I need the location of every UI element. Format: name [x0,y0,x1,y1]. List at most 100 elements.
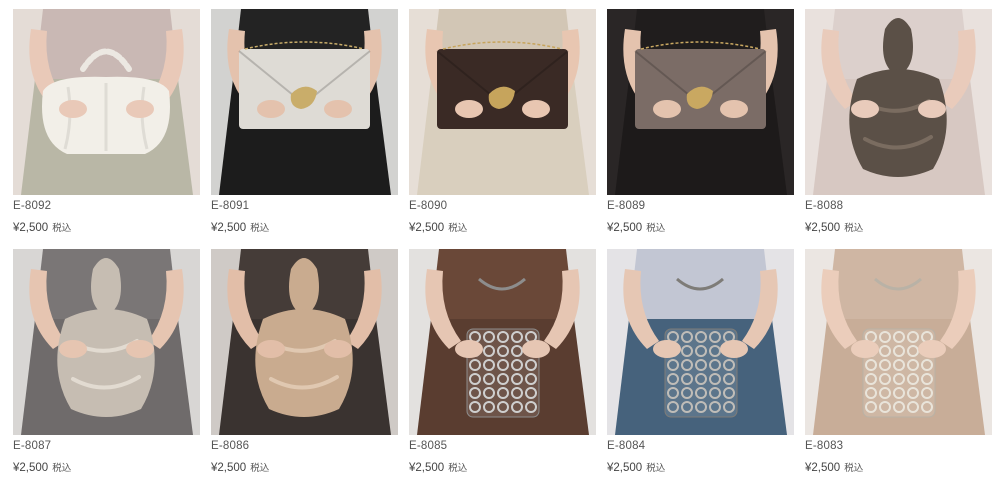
model-hand-left [653,340,681,358]
product-image[interactable] [805,9,992,195]
product-code[interactable]: E-8086 [211,440,249,452]
model-hand-left [455,100,483,118]
model-hand-left [851,100,879,118]
price-value: ¥2,500 [805,462,841,474]
model-hand-left [257,340,285,358]
model-hand-left [59,340,87,358]
product-photo [409,249,596,435]
model-hand-left [851,340,879,358]
product-price: ¥2,500 税込 [211,460,269,474]
knot-handle [289,258,319,311]
product-image[interactable] [13,249,200,435]
product-code[interactable]: E-8084 [607,440,645,452]
product-price: ¥2,500 税込 [211,220,269,234]
product-code[interactable]: E-8089 [607,200,645,212]
product-price: ¥2,500 税込 [409,460,467,474]
handbag [436,41,569,129]
knot-handle [883,18,913,71]
model-hand-right [126,340,154,358]
model-hand-right [522,100,550,118]
product-image[interactable] [805,249,992,435]
price-value: ¥2,500 [409,222,445,234]
product-code[interactable]: E-8091 [211,200,249,212]
model-top [35,9,178,79]
product-card[interactable]: E-8087 ¥2,500 税込 [13,249,200,474]
product-image[interactable] [409,9,596,195]
tax-label: 税込 [448,223,468,234]
price-value: ¥2,500 [211,462,247,474]
price-value: ¥2,500 [13,462,49,474]
product-card[interactable]: E-8084 ¥2,500 税込 [607,249,794,474]
product-code[interactable]: E-8083 [805,440,843,452]
tax-label: 税込 [646,223,666,234]
product-photo [13,249,200,435]
model-hand-right [126,100,154,118]
model-hand-left [257,100,285,118]
product-photo [13,9,200,195]
model-hand-left [455,340,483,358]
tax-label: 税込 [52,223,72,234]
model-top [629,249,772,319]
tax-label: 税込 [844,223,864,234]
price-value: ¥2,500 [607,222,643,234]
model-hand-left [653,100,681,118]
product-code[interactable]: E-8092 [13,200,51,212]
tax-label: 税込 [52,463,72,474]
knot-body [255,309,353,417]
product-card[interactable]: E-8091 ¥2,500 税込 [211,9,398,234]
product-card[interactable]: E-8086 ¥2,500 税込 [211,249,398,474]
product-photo [805,249,992,435]
model-hand-right [918,100,946,118]
product-card[interactable]: E-8083 ¥2,500 税込 [805,249,992,474]
product-photo [211,9,398,195]
model-hand-right [720,340,748,358]
product-image[interactable] [409,249,596,435]
knot-body [57,309,155,417]
product-image[interactable] [13,9,200,195]
price-value: ¥2,500 [409,462,445,474]
model-hand-right [918,340,946,358]
product-photo [805,9,992,195]
knot-handle [91,258,121,311]
model-top [827,249,970,319]
handbag [634,41,767,129]
model-hand-right [324,340,352,358]
product-image[interactable] [211,9,398,195]
product-code[interactable]: E-8087 [13,440,51,452]
product-code[interactable]: E-8085 [409,440,447,452]
product-card[interactable]: E-8088 ¥2,500 税込 [805,9,992,234]
price-value: ¥2,500 [13,222,49,234]
product-card[interactable]: E-8092 ¥2,500 税込 [13,9,200,234]
knot-body [849,69,947,177]
product-image[interactable] [607,249,794,435]
product-price: ¥2,500 税込 [13,460,71,474]
model-hand-left [59,100,87,118]
product-code[interactable]: E-8090 [409,200,447,212]
product-code[interactable]: E-8088 [805,200,843,212]
product-price: ¥2,500 税込 [13,220,71,234]
product-photo [409,9,596,195]
model-hand-right [324,100,352,118]
product-card[interactable]: E-8085 ¥2,500 税込 [409,249,596,474]
product-photo [211,249,398,435]
product-price: ¥2,500 税込 [805,460,863,474]
product-price: ¥2,500 税込 [607,460,665,474]
product-image[interactable] [211,249,398,435]
product-price: ¥2,500 税込 [805,220,863,234]
tax-label: 税込 [250,223,270,234]
model-hand-right [522,340,550,358]
price-value: ¥2,500 [211,222,247,234]
model-top [431,249,574,319]
product-price: ¥2,500 税込 [409,220,467,234]
model-hand-right [720,100,748,118]
tax-label: 税込 [646,463,666,474]
product-photo [607,249,794,435]
product-grid: E-8092 ¥2,500 税込 E-8091 ¥2,500 税込 E-8090 ¥… [0,0,1004,483]
price-value: ¥2,500 [805,222,841,234]
product-price: ¥2,500 税込 [607,220,665,234]
product-photo [607,9,794,195]
product-card[interactable]: E-8089 ¥2,500 税込 [607,9,794,234]
product-image[interactable] [607,9,794,195]
product-card[interactable]: E-8090 ¥2,500 税込 [409,9,596,234]
tax-label: 税込 [250,463,270,474]
